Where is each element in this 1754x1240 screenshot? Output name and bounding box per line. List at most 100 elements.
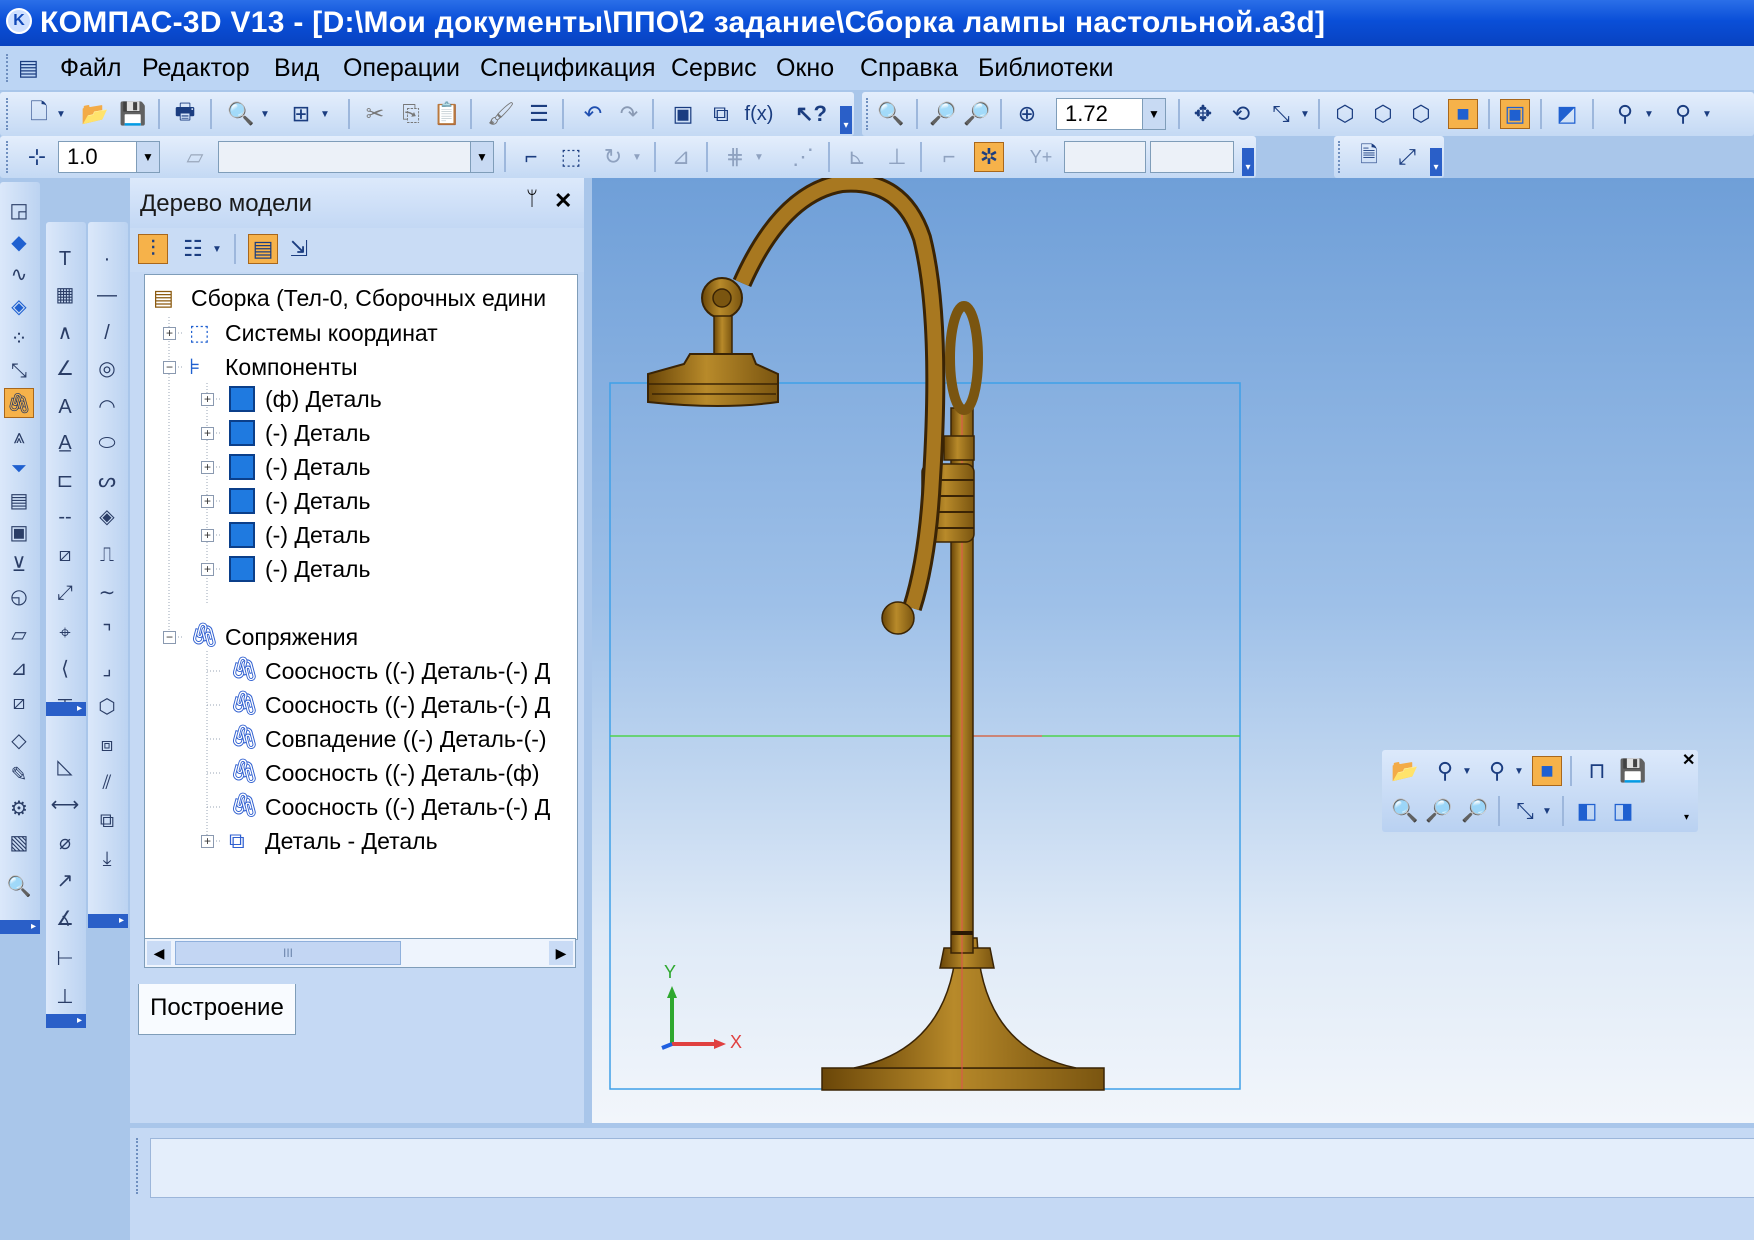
filter-tool-icon[interactable]: ⏷ [4, 454, 34, 484]
copy-tool-icon[interactable]: ⧉ [92, 806, 122, 836]
step-cursor-icon[interactable]: ⊹ [22, 142, 52, 172]
menu-specification[interactable]: Спецификация [480, 54, 656, 83]
manager-icon[interactable]: ⊞ [286, 99, 316, 129]
zoom-in-icon[interactable]: 🔍 [1390, 796, 1420, 826]
dropdown-arrow-icon[interactable]: ▼ [630, 142, 644, 172]
polygon-tool-icon[interactable]: ⬡ [92, 692, 122, 722]
kompas-app-icon[interactable]: K [6, 8, 32, 34]
offset-tool-icon[interactable]: ⧈ [92, 730, 122, 760]
coord-y-field[interactable] [1150, 141, 1234, 173]
menu-window[interactable]: Окно [776, 54, 834, 83]
rough-tool-icon[interactable]: ⊏ [50, 466, 80, 496]
text-tool-icon[interactable]: T [50, 244, 80, 274]
wireframe-icon[interactable]: ⬡ [1330, 99, 1360, 129]
tolerance-tool-icon[interactable]: ⤢ [50, 578, 80, 608]
dropdown-arrow-icon[interactable]: ▼ [1298, 99, 1312, 129]
angle-dim-icon[interactable]: ∡ [50, 904, 80, 934]
paste-icon[interactable]: 📋 [432, 99, 462, 129]
circle-tool-icon[interactable]: ◎ [92, 354, 122, 384]
measure-icon[interactable]: ⊓ [1582, 756, 1612, 786]
menu-service[interactable]: Сервис [671, 54, 757, 83]
select-filter-icon[interactable]: ⚲ [1668, 99, 1698, 129]
tree-view-mode-icon[interactable]: ☷ [178, 234, 208, 264]
tool-icon[interactable]: ⤢ [1392, 142, 1422, 172]
select-filter-icon[interactable]: ⚲ [1482, 756, 1512, 786]
sheet-metal-icon[interactable]: ◵ [4, 582, 34, 612]
menu-file[interactable]: Файл [60, 54, 121, 83]
chevron-down-icon[interactable]: ▼ [470, 142, 493, 172]
print-icon[interactable]: 🖶 [170, 99, 200, 129]
sketch-icon[interactable]: ⌐ [516, 142, 546, 172]
zoom-dynamic-icon[interactable]: 🔎 [962, 99, 992, 129]
expand-icon[interactable]: + [201, 461, 214, 474]
expand-icon[interactable]: + [201, 427, 214, 440]
toolbar-overflow-icon[interactable]: ▾ [1684, 812, 1689, 823]
spec-tool-icon[interactable]: ▤ [4, 486, 34, 516]
dropdown-arrow-icon[interactable]: ▼ [752, 142, 766, 172]
ellipse-tool-icon[interactable]: ⬭ [92, 428, 122, 458]
open-folder-icon[interactable]: 📂 [80, 99, 110, 129]
bezier-tool-icon[interactable]: ᔕ [92, 466, 122, 496]
snap-bindings-icon[interactable]: ✲ [974, 142, 1004, 172]
expand-icon[interactable]: + [201, 563, 214, 576]
scroll-left-icon[interactable]: ◀ [147, 941, 171, 965]
help-pointer-icon[interactable]: ↖? [795, 99, 827, 129]
variables-tool-icon[interactable]: ⊻ [4, 550, 34, 580]
panel-expand-icon[interactable]: ▸ [46, 1014, 86, 1028]
expand-icon[interactable]: + [201, 495, 214, 508]
panel-expand-icon[interactable]: ▸ [0, 920, 40, 934]
undo-icon[interactable]: ↶ [578, 99, 608, 129]
scroll-thumb[interactable]: III [175, 941, 401, 965]
section-tool-icon[interactable]: ⧄ [4, 688, 34, 718]
toolbar-overflow-icon[interactable]: ▾ [1430, 148, 1442, 176]
fillet-tool-icon[interactable]: ⌝ [92, 618, 122, 648]
magnifier-tool-icon[interactable]: 🔍 [4, 872, 34, 902]
cut-icon[interactable]: ✂ [360, 99, 390, 129]
parametric-icon[interactable]: ⊿ [666, 142, 696, 172]
dropdown-arrow-icon[interactable]: ▼ [1700, 99, 1714, 129]
library-manager-icon[interactable]: ⧉ [706, 99, 736, 129]
collapse-icon[interactable]: − [163, 631, 176, 644]
angle-tool-icon[interactable]: ∧ [50, 318, 80, 348]
orientation-icon[interactable]: ⤡ [1510, 796, 1540, 826]
edit-text-icon[interactable]: ∠ [50, 354, 80, 384]
shaded-box-icon[interactable]: ▧ [4, 828, 34, 858]
equidistant-tool-icon[interactable]: ⫽ [92, 768, 122, 798]
redo-icon[interactable]: ↷ [614, 99, 644, 129]
round-icon[interactable]: ⌐ [934, 142, 964, 172]
preview-icon[interactable]: 🔍 [226, 99, 256, 129]
new-file-icon[interactable]: 🗋 [24, 99, 54, 129]
panel-expand-icon[interactable]: ▸ [88, 914, 128, 928]
properties-icon[interactable]: ☰ [524, 99, 554, 129]
curve-tool-icon[interactable]: ∼ [92, 578, 122, 608]
chevron-down-icon[interactable]: ▼ [136, 142, 159, 172]
expand-icon[interactable]: + [201, 393, 214, 406]
filter-icon[interactable]: ⚲ [1430, 756, 1460, 786]
shaded-icon[interactable]: ■ [1532, 756, 1562, 786]
copy-icon[interactable]: ⎘ [396, 99, 426, 129]
radius-dim-icon[interactable]: ↗ [50, 866, 80, 896]
plane-tool-icon[interactable]: ▱ [4, 620, 34, 650]
perspective-icon[interactable]: ◩ [1552, 99, 1582, 129]
expand-icon[interactable]: + [201, 835, 214, 848]
dropdown-arrow-icon[interactable]: ▼ [1512, 756, 1526, 786]
chamfer-tool-icon[interactable]: ◺ [50, 752, 80, 782]
point-tool-icon[interactable]: · [92, 244, 122, 274]
stamp-tool-icon[interactable]: ⚙ [4, 794, 34, 824]
dropdown-arrow-icon[interactable]: ▼ [258, 99, 272, 129]
edit-part-icon[interactable]: ⬚ [556, 142, 586, 172]
part-view-icon[interactable]: ◧ [1572, 796, 1602, 826]
base-icon[interactable]: ⊥ [50, 982, 80, 1012]
ortho-icon[interactable]: ⊥ [882, 142, 912, 172]
font-tool-icon[interactable]: A [50, 392, 80, 422]
shaded-edges-icon[interactable]: ▣ [1500, 99, 1530, 129]
thin-hidden-lines-icon[interactable]: ⬡ [1406, 99, 1436, 129]
segment-tool-icon[interactable]: / [92, 318, 122, 348]
array-tool-icon[interactable]: ⁘ [4, 324, 34, 354]
spline-tool-icon[interactable]: ∿ [4, 260, 34, 290]
open-model-icon[interactable]: 📂 [1390, 756, 1420, 786]
part-tool-icon[interactable]: ◆ [4, 228, 34, 258]
dropdown-arrow-icon[interactable]: ▼ [318, 99, 332, 129]
menu-operations[interactable]: Операции [343, 54, 460, 83]
arc-tool-icon[interactable]: ⟨ [50, 654, 80, 684]
